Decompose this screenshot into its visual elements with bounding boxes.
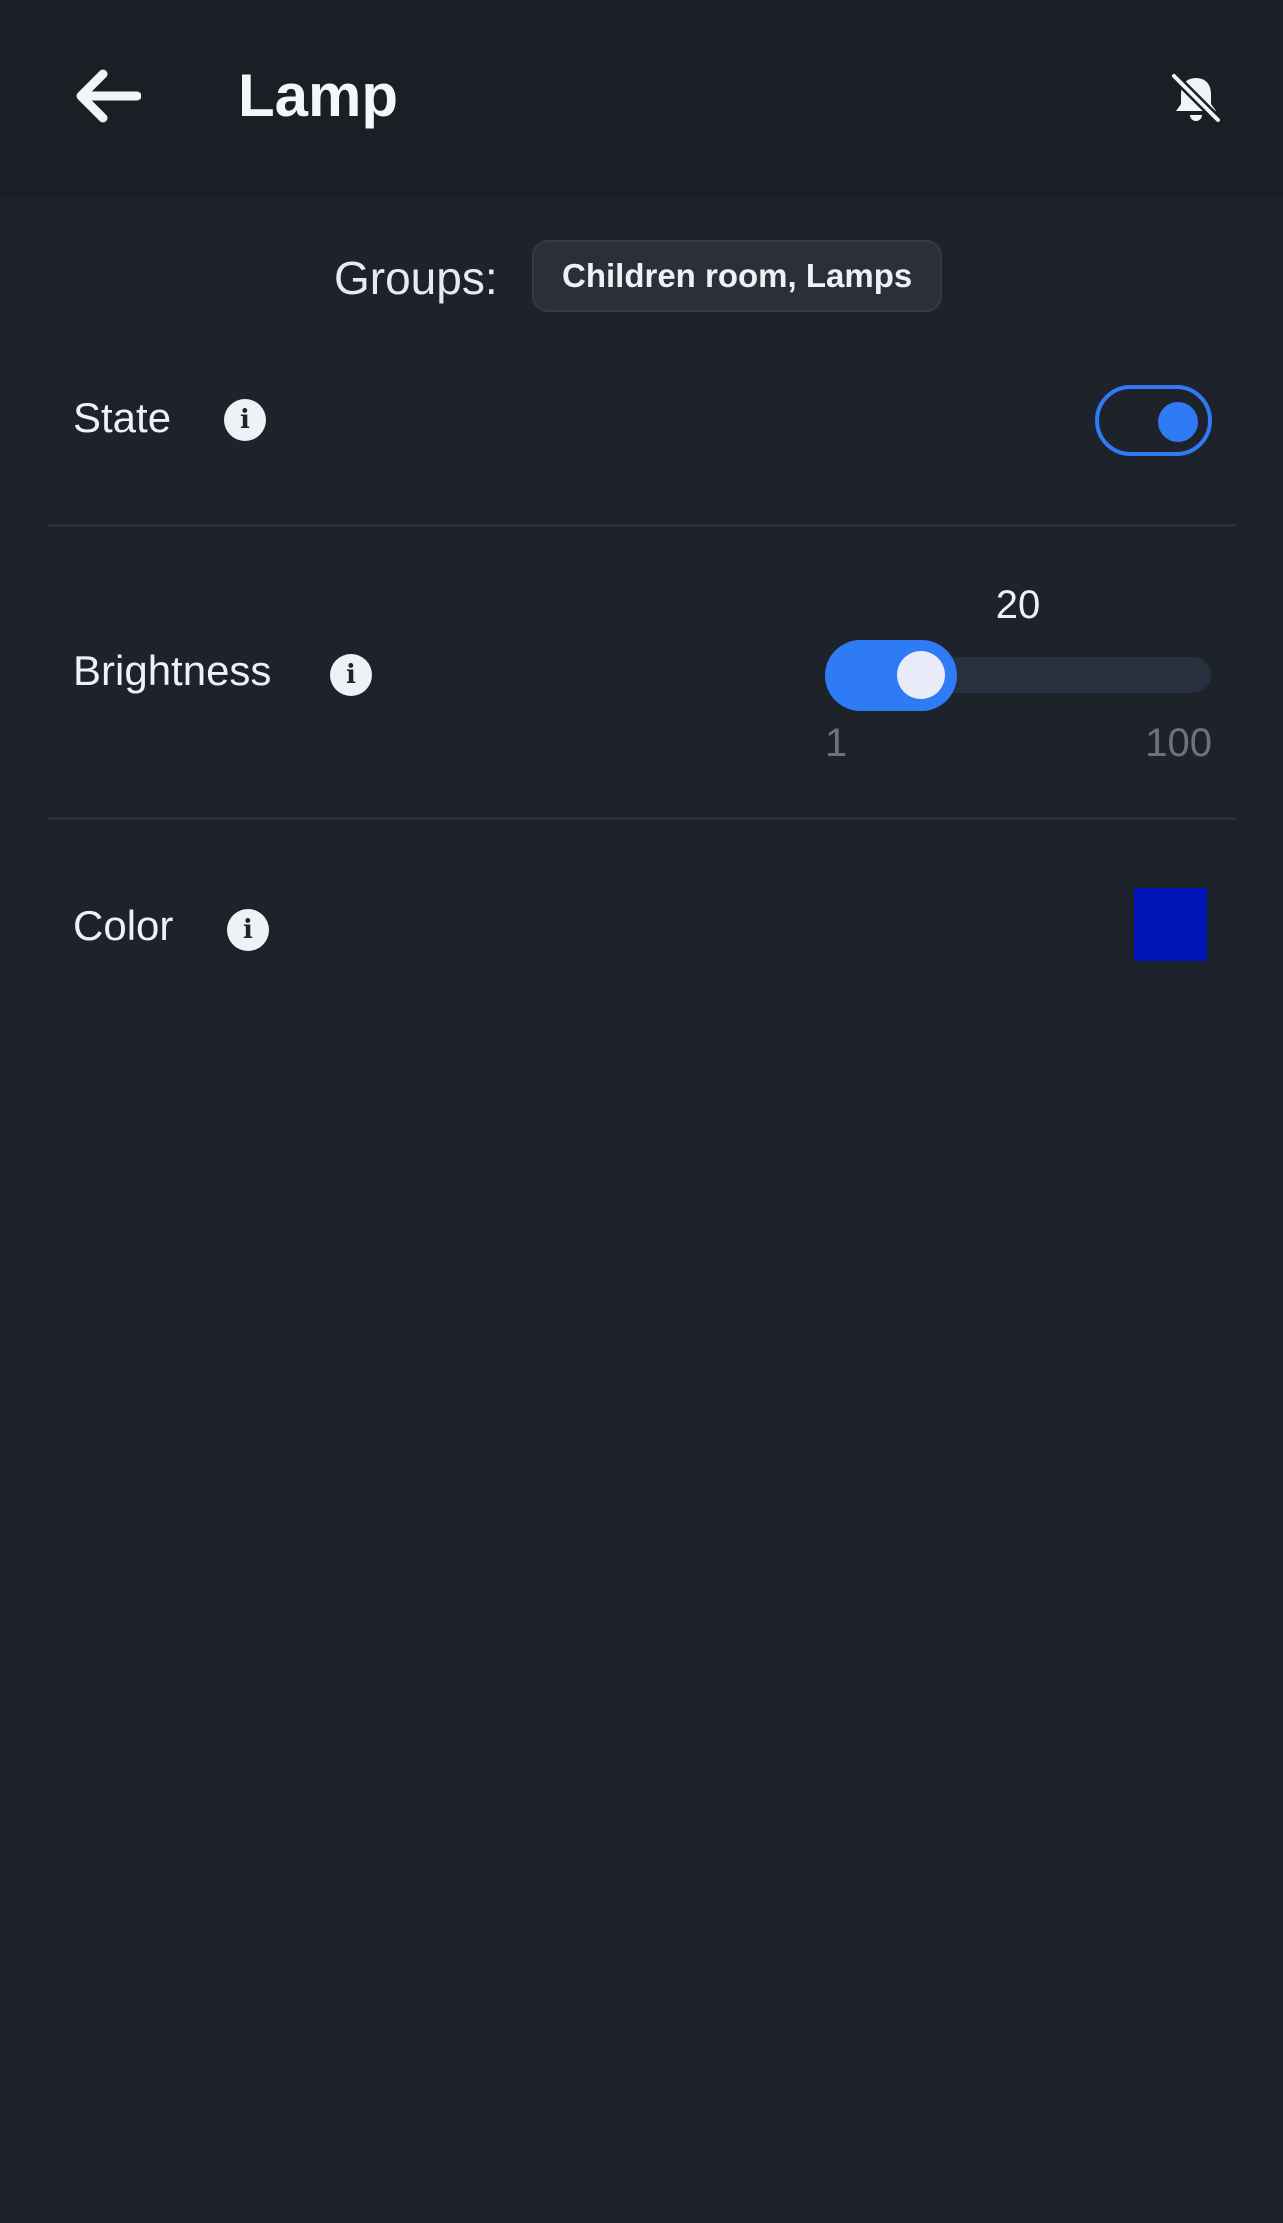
arrow-left-icon (76, 69, 141, 123)
page-title: Lamp (238, 62, 399, 129)
color-swatch[interactable] (1134, 888, 1207, 961)
brightness-info-icon[interactable]: i (330, 654, 372, 696)
bell-off-icon (1169, 71, 1223, 125)
back-button[interactable] (62, 56, 152, 136)
groups-chip[interactable]: Children room, Lamps (532, 240, 943, 312)
state-toggle[interactable] (1095, 385, 1212, 456)
state-info-icon[interactable]: i (224, 399, 266, 441)
brightness-max: 100 (1145, 721, 1212, 765)
brightness-label: Brightness (73, 647, 272, 694)
groups-label: Groups: (334, 252, 498, 304)
state-label: State (73, 394, 172, 441)
groups-section: Groups: Children room, Lamps (0, 240, 1283, 314)
divider (48, 524, 1236, 527)
color-label: Color (73, 902, 174, 949)
brightness-slider-thumb[interactable] (897, 651, 945, 699)
color-info-icon[interactable]: i (227, 909, 269, 951)
brightness-min: 1 (825, 721, 848, 765)
divider (48, 817, 1236, 820)
brightness-value: 20 (995, 583, 1041, 627)
toggle-knob (1158, 402, 1198, 442)
notifications-toggle-button[interactable] (1160, 62, 1232, 134)
app-header: Lamp (0, 0, 1283, 198)
